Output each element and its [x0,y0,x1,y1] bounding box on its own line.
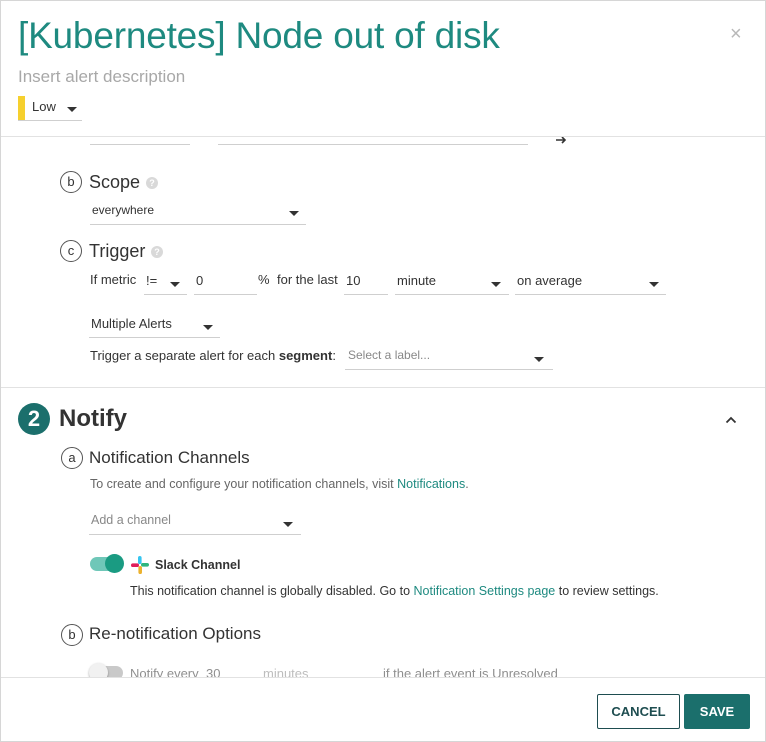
notification-settings-link[interactable]: Notification Settings page [414,584,556,598]
trigger-title: Trigger [89,241,146,261]
alert-mode-value: Multiple Alerts [91,316,172,331]
modal-header: [Kubernetes] Node out of disk × Insert a… [1,1,765,137]
segment-label-prefix: Trigger a separate alert for each [90,348,279,363]
segment-label: Trigger a separate alert for each segmen… [90,348,336,363]
chevron-down-icon [67,107,77,112]
close-icon[interactable]: × [730,23,742,46]
step-badge-channels: a [61,447,83,469]
scope-title: Scope [89,172,141,192]
operator-value: != [146,273,158,288]
chevron-down-icon [534,357,544,362]
alert-title[interactable]: [Kubernetes] Node out of disk [18,15,500,57]
chevron-down-icon [289,211,299,216]
for-the-last-label: for the last [277,272,338,287]
segment-label-suffix: : [332,348,336,363]
aggregation-select[interactable]: on average [515,271,666,295]
channels-title: Notification Channels [89,448,250,467]
scope-value: everywhere [92,203,155,217]
chevron-down-icon [283,522,293,527]
chevron-up-icon[interactable] [725,416,737,424]
step-badge-renotification: b [61,624,83,646]
notifications-link[interactable]: Notifications [397,477,465,491]
cancel-button[interactable]: CANCEL [597,694,680,729]
notify-every-label: Notify every [130,666,199,677]
add-channel-placeholder: Add a channel [91,513,171,527]
toggle-knob [105,554,124,573]
severity-dropdown[interactable]: Low [18,96,82,121]
aggregation-value: on average [517,273,583,288]
modal-body: b Scope ? everywhere c Trigger ? If metr… [1,137,765,677]
renotify-toggle[interactable] [89,663,123,677]
save-button[interactable]: SAVE [684,694,750,729]
chevron-down-icon [203,325,213,330]
renotification-title: Re-notification Options [89,624,261,643]
segment-label-select[interactable]: Select a label... [345,346,553,370]
warning-suffix: to review settings. [555,584,659,598]
channels-info-suffix: . [465,477,469,491]
slack-channel-toggle[interactable] [90,554,124,573]
threshold-value: 0 [196,273,204,288]
metric-select[interactable] [218,137,528,145]
severity-label: Low [32,99,56,114]
modal-footer: CANCEL SAVE [1,677,765,741]
operator-select[interactable]: != [144,271,187,295]
help-icon[interactable]: ? [151,246,163,258]
duration-unit-select[interactable]: minute [395,271,509,295]
slack-channel-name: Slack Channel [155,558,241,572]
segment-label-bold: segment [278,348,333,363]
slack-channel-warning: This notification channel is globally di… [130,584,659,598]
unit-label: % [258,272,270,287]
renotify-interval-input[interactable]: 30 [204,664,248,677]
if-metric-label: If metric [90,272,137,287]
metric-aggregation-select[interactable] [90,137,190,145]
chevron-down-icon [491,282,501,287]
slack-icon [131,556,149,574]
renotify-condition: if the alert event is Unresolved [383,666,558,677]
renotify-unit: minutes [263,666,309,677]
segment-placeholder: Select a label... [348,348,431,362]
swap-icon[interactable] [555,137,567,145]
channels-info-prefix: To create and configure your notificatio… [90,477,398,491]
help-icon[interactable]: ? [146,177,158,189]
threshold-input[interactable]: 0 [194,271,257,295]
duration-input[interactable]: 10 [344,271,388,295]
severity-color-bar [18,96,25,120]
chevron-down-icon [170,282,180,287]
notify-title: Notify [59,405,127,432]
step-badge-notify: 2 [18,403,50,435]
renotify-interval-value: 30 [206,666,221,677]
channels-info: To create and configure your notificatio… [90,477,469,491]
scope-select[interactable]: everywhere [90,201,306,225]
duration-unit-value: minute [397,273,437,288]
chevron-down-icon [649,282,659,287]
description-input[interactable]: Insert alert description [18,67,185,87]
duration-value: 10 [346,273,361,288]
warning-prefix: This notification channel is globally di… [130,584,414,598]
alert-editor-modal: [Kubernetes] Node out of disk × Insert a… [0,0,766,742]
step-badge-scope: b [60,171,82,193]
alert-mode-select[interactable]: Multiple Alerts [89,314,220,338]
add-channel-select[interactable]: Add a channel [89,511,301,535]
toggle-knob [89,663,108,677]
section-divider [1,387,765,388]
step-badge-trigger: c [60,240,82,262]
